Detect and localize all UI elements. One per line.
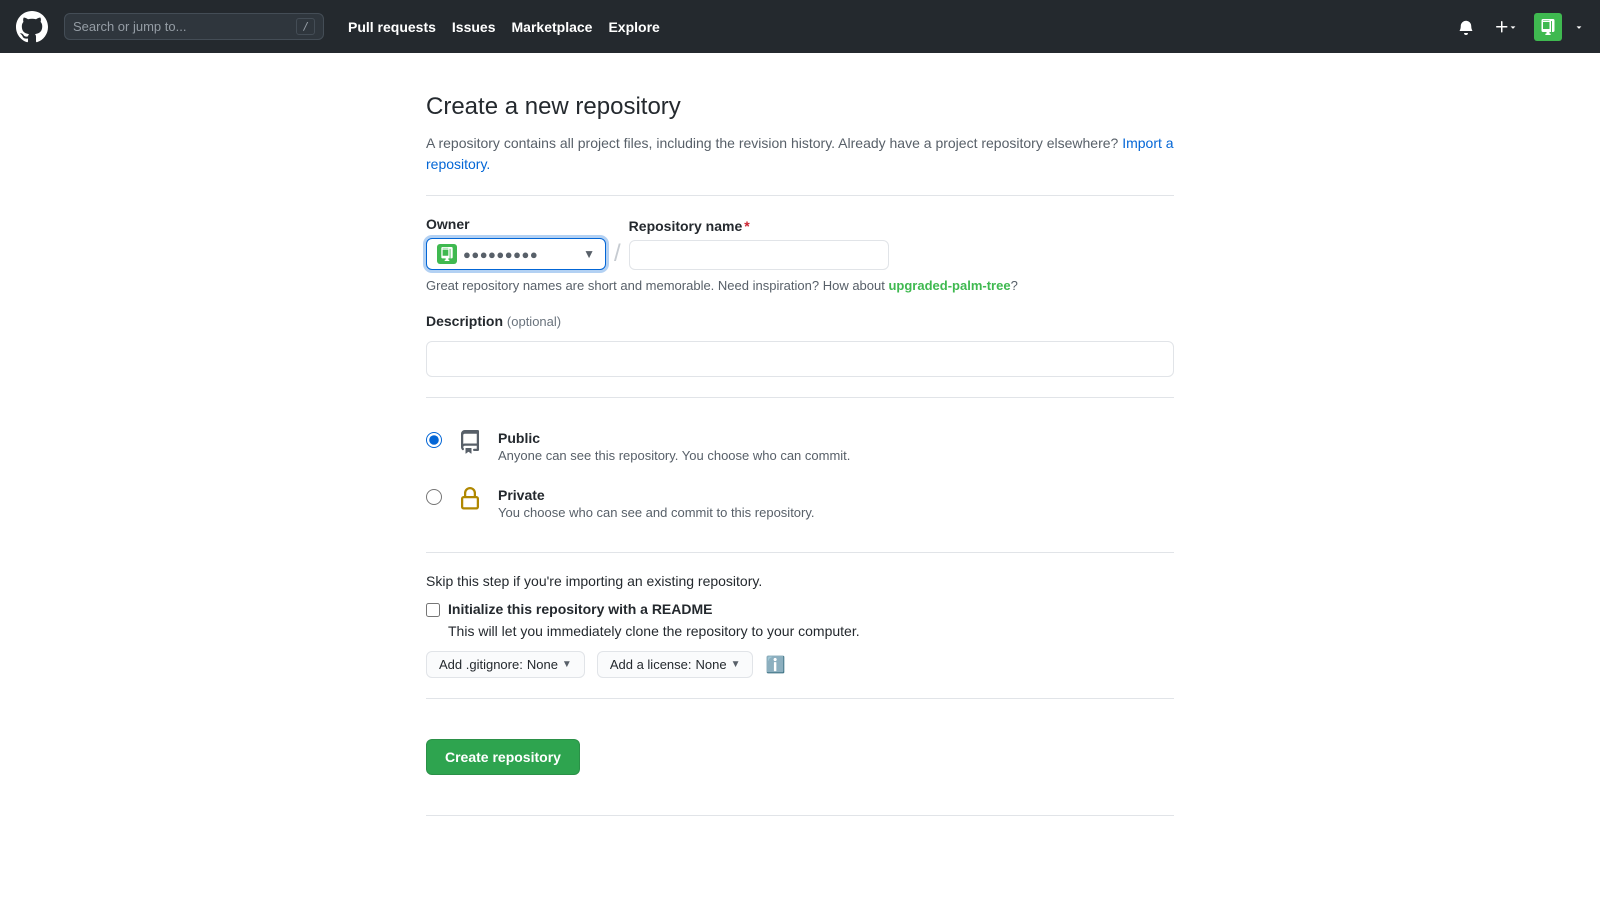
public-option[interactable]: Public Anyone can see this repository. Y… [426, 418, 1174, 475]
navbar: / Pull requests Issues Marketplace Explo… [0, 0, 1600, 53]
private-radio[interactable] [426, 489, 442, 505]
visibility-section: Public Anyone can see this repository. Y… [426, 418, 1174, 532]
visibility-divider-top [426, 397, 1174, 398]
gitignore-caret-icon: ▼ [562, 659, 572, 670]
repo-name-label: Repository name* [629, 218, 889, 234]
readme-hint: This will let you immediately clone the … [448, 623, 1174, 639]
page-title: Create a new repository [426, 93, 1174, 121]
create-divider [426, 698, 1174, 699]
description-input[interactable] [426, 341, 1174, 377]
new-button[interactable] [1490, 15, 1522, 39]
path-separator: / [614, 242, 621, 266]
repo-name-group: Repository name* [629, 218, 889, 270]
search-bar[interactable]: / [64, 13, 324, 40]
skip-text: Skip this step if you're importing an ex… [426, 573, 1174, 589]
notifications-button[interactable] [1454, 15, 1478, 39]
avatar[interactable] [1534, 13, 1562, 41]
owner-group: Owner ●●●●●●●●● ▼ [426, 216, 606, 270]
owner-avatar [437, 244, 457, 264]
github-logo[interactable] [16, 11, 48, 43]
owner-caret-icon: ▼ [583, 247, 595, 261]
readme-checkbox[interactable] [426, 603, 440, 617]
owner-select[interactable]: ●●●●●●●●● ▼ [426, 238, 606, 270]
private-icon [454, 483, 486, 515]
search-input[interactable] [73, 19, 288, 34]
private-text: Private You choose who can see and commi… [498, 487, 815, 520]
nav-issues[interactable]: Issues [452, 19, 496, 35]
owner-label: Owner [426, 216, 606, 232]
init-section: Skip this step if you're importing an ex… [426, 573, 1174, 678]
readme-label[interactable]: Initialize this repository with a README [448, 601, 712, 617]
owner-name: ●●●●●●●●● [463, 247, 577, 262]
navbar-right [1454, 13, 1584, 41]
page-subtitle: A repository contains all project files,… [426, 133, 1174, 175]
license-caret-icon: ▼ [731, 659, 741, 670]
init-divider-top [426, 552, 1174, 553]
repo-name-hint: Great repository names are short and mem… [426, 278, 1174, 293]
nav-links: Pull requests Issues Marketplace Explore [348, 19, 660, 35]
nav-marketplace[interactable]: Marketplace [512, 19, 593, 35]
gitignore-dropdown[interactable]: Add .gitignore: None ▼ [426, 651, 585, 678]
repo-name-input[interactable] [629, 240, 889, 270]
private-option[interactable]: Private You choose who can see and commi… [426, 475, 1174, 532]
readme-checkbox-row[interactable]: Initialize this repository with a README [426, 601, 1174, 617]
required-star: * [744, 218, 749, 234]
owner-repo-row: Owner ●●●●●●●●● ▼ / Repository name* [426, 216, 1174, 270]
nav-explore[interactable]: Explore [608, 19, 659, 35]
top-divider [426, 195, 1174, 196]
public-icon [454, 426, 486, 458]
avatar-caret [1574, 22, 1584, 32]
create-repository-button[interactable]: Create repository [426, 739, 580, 775]
public-radio[interactable] [426, 432, 442, 448]
description-group: Description (optional) [426, 313, 1174, 377]
kbd-slash: / [296, 18, 315, 35]
optional-tag: (optional) [507, 314, 561, 329]
info-icon[interactable]: ℹ️ [765, 655, 785, 675]
license-dropdown[interactable]: Add a license: None ▼ [597, 651, 754, 678]
main-content: Create a new repository A repository con… [410, 53, 1190, 876]
dropdown-row: Add .gitignore: None ▼ Add a license: No… [426, 651, 1174, 678]
bottom-divider [426, 815, 1174, 816]
description-label: Description (optional) [426, 313, 1174, 329]
nav-pull-requests[interactable]: Pull requests [348, 19, 436, 35]
public-text: Public Anyone can see this repository. Y… [498, 430, 850, 463]
